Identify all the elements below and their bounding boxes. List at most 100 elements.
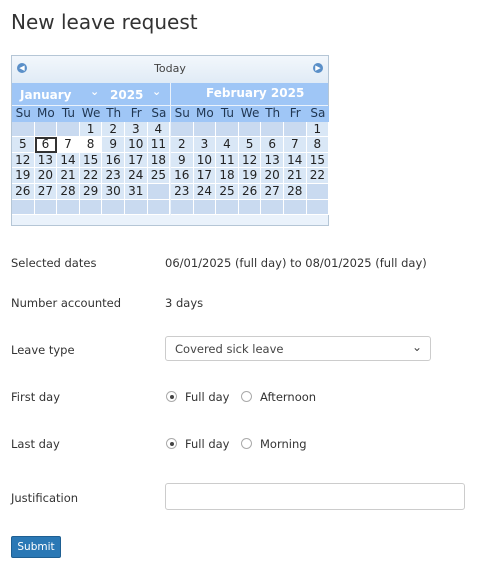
february-grid: Su Mo Tu We Th Fr Sa 1 2 3 4 5 6 7 8 9 10 11 12 13 14 15 16 17 1…: [171, 106, 330, 216]
month-label: February 2025: [206, 86, 305, 100]
calendar-day[interactable]: 25: [147, 168, 171, 184]
calendar-day[interactable]: 30: [102, 183, 125, 200]
calendar-day[interactable]: 26: [12, 183, 35, 200]
calendar-day[interactable]: 6: [261, 137, 284, 153]
calendar-empty-cell: [283, 121, 307, 138]
calendar-day[interactable]: 23: [102, 168, 125, 184]
calendar-day[interactable]: 4: [216, 137, 239, 153]
first-day-afternoon-radio[interactable]: [241, 391, 252, 402]
last-day-morning-label[interactable]: Morning: [260, 437, 307, 451]
calendar-day[interactable]: 28: [283, 183, 307, 200]
weekday-header: Fr: [124, 106, 148, 122]
calendar-day[interactable]: 28: [57, 183, 80, 200]
number-accounted-label: Number accounted: [11, 296, 122, 310]
calendar-day[interactable]: 1: [79, 121, 103, 138]
calendar-day[interactable]: 5: [238, 137, 262, 153]
calendar-day[interactable]: 27: [261, 183, 284, 200]
calendar-day[interactable]: 6: [34, 137, 58, 153]
calendar-day[interactable]: 29: [79, 183, 103, 200]
first-day-full-day-label[interactable]: Full day: [185, 390, 229, 404]
year-select[interactable]: 2025: [110, 88, 143, 102]
calendar-day[interactable]: 19: [238, 168, 262, 184]
calendar-day[interactable]: 15: [306, 152, 330, 169]
calendar-empty-cell: [306, 199, 330, 216]
calendar-day[interactable]: 11: [216, 152, 239, 169]
last-day-morning-radio[interactable]: [241, 438, 252, 449]
justification-input[interactable]: [165, 483, 465, 510]
calendar-day[interactable]: 31: [124, 183, 148, 200]
chevron-down-icon: ⌄: [411, 340, 422, 354]
calendar-day[interactable]: 14: [57, 152, 80, 169]
calendar-day[interactable]: 25: [216, 183, 239, 200]
calendar-day[interactable]: 24: [124, 168, 148, 184]
calendar-day[interactable]: 13: [261, 152, 284, 169]
today-button[interactable]: Today: [12, 62, 328, 75]
calendar-day[interactable]: 27: [34, 183, 58, 200]
weekday-header: We: [79, 106, 103, 122]
calendar-day[interactable]: 3: [193, 137, 217, 153]
selected-dates-value: 06/01/2025 (full day) to 08/01/2025 (ful…: [165, 256, 427, 270]
calendar-day[interactable]: 3: [124, 121, 148, 138]
calendar-empty-cell: [216, 199, 239, 216]
calendar-day[interactable]: 8: [79, 137, 103, 153]
calendar-day[interactable]: 4: [147, 121, 171, 138]
calendar-day[interactable]: 21: [283, 168, 307, 184]
calendar-empty-cell: [171, 121, 194, 138]
calendar-day[interactable]: 2: [171, 137, 194, 153]
calendar-day[interactable]: 16: [102, 152, 125, 169]
calendar-day[interactable]: 13: [34, 152, 58, 169]
calendar-empty-cell: [12, 199, 35, 216]
last-day-full-day-label[interactable]: Full day: [185, 437, 229, 451]
calendar-day[interactable]: 16: [171, 168, 194, 184]
calendar-empty-cell: [12, 121, 35, 138]
calendar-day[interactable]: 18: [216, 168, 239, 184]
calendar-day[interactable]: 11: [147, 137, 171, 153]
chevron-down-icon[interactable]: ⌄: [90, 85, 99, 98]
calendar-day[interactable]: 20: [34, 168, 58, 184]
calendar-day[interactable]: 22: [79, 168, 103, 184]
calendar-empty-cell: [283, 199, 307, 216]
last-day-full-day-radio[interactable]: [166, 438, 177, 449]
submit-button[interactable]: Submit: [11, 536, 61, 558]
calendar-header: ◀ Today ▶: [12, 56, 328, 83]
calendar-day[interactable]: 2: [102, 121, 125, 138]
calendar-day[interactable]: 12: [238, 152, 262, 169]
calendar-day[interactable]: 12: [12, 152, 35, 169]
calendar-day[interactable]: 8: [306, 137, 330, 153]
calendar-day[interactable]: 17: [124, 152, 148, 169]
calendar-day[interactable]: 7: [57, 137, 80, 153]
calendar-day[interactable]: 7: [283, 137, 307, 153]
calendar-day[interactable]: 15: [79, 152, 103, 169]
month-select[interactable]: January: [20, 88, 72, 102]
calendar-empty-cell: [147, 183, 171, 200]
calendar-day[interactable]: 22: [306, 168, 330, 184]
calendar-empty-cell: [124, 199, 148, 216]
weekday-header: Mo: [34, 106, 58, 122]
weekday-header: Th: [102, 106, 125, 122]
calendar-empty-cell: [79, 199, 103, 216]
leave-type-select[interactable]: Covered sick leave ⌄: [165, 336, 431, 361]
calendar-day[interactable]: 23: [171, 183, 194, 200]
calendar-day[interactable]: 9: [102, 137, 125, 153]
calendar-empty-cell: [261, 121, 284, 138]
calendar-day[interactable]: 21: [57, 168, 80, 184]
calendar-day[interactable]: 18: [147, 152, 171, 169]
chevron-down-icon[interactable]: ⌄: [152, 85, 161, 98]
calendar-day[interactable]: 26: [238, 183, 262, 200]
first-day-afternoon-label[interactable]: Afternoon: [260, 390, 316, 404]
calendar-day[interactable]: 1: [306, 121, 330, 138]
next-month-icon[interactable]: ▶: [313, 63, 323, 73]
calendar-day[interactable]: 14: [283, 152, 307, 169]
calendar-day[interactable]: 20: [261, 168, 284, 184]
calendar-day[interactable]: 24: [193, 183, 217, 200]
calendar-day[interactable]: 9: [171, 152, 194, 169]
calendar-day[interactable]: 17: [193, 168, 217, 184]
last-day-label: Last day: [11, 437, 60, 451]
first-day-full-day-radio[interactable]: [166, 391, 177, 402]
calendar-day[interactable]: 10: [193, 152, 217, 169]
calendar-empty-cell: [306, 183, 330, 200]
calendar-day[interactable]: 10: [124, 137, 148, 153]
calendar-day[interactable]: 5: [12, 137, 35, 153]
calendar-day[interactable]: 19: [12, 168, 35, 184]
weekday-header: Su: [12, 106, 35, 122]
